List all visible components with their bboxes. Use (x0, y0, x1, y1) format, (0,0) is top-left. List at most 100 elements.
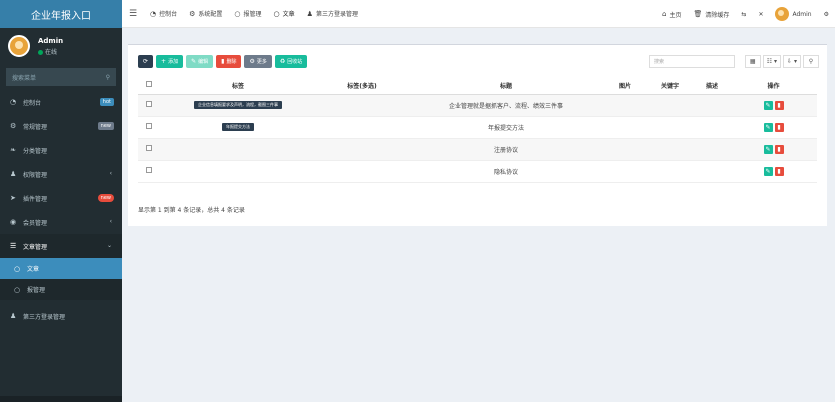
delete-row-button[interactable]: ▮ (774, 166, 784, 176)
search-icon: ⚲ (105, 73, 110, 81)
home-link[interactable]: ⌂ 主页 (656, 10, 687, 19)
delete-row-button[interactable]: ▮ (774, 144, 784, 154)
chevron-left-icon: ‹ (109, 218, 112, 225)
row-checkbox[interactable] (146, 145, 152, 151)
add-button[interactable]: + 添加 (156, 55, 184, 68)
circle-icon: ○ (14, 264, 21, 273)
edit-row-button[interactable]: ✎ (763, 166, 773, 176)
sidebar-item-auth[interactable]: ♟ 权限管理 ‹ (0, 162, 122, 186)
language-icon[interactable]: ⇆ (735, 11, 752, 18)
sidebar-footer (0, 396, 122, 402)
user-name: Admin (38, 36, 64, 45)
table-toolbar: ⟳ + 添加 ✎ 编辑 ▮ 删除 ⚙ 更多 ♻ 回收站 (138, 55, 308, 68)
sidebar-item-article[interactable]: ○ 文章 (0, 258, 122, 279)
column-header: 操作 (730, 77, 817, 95)
toggle-view-icon[interactable]: ▦ (744, 55, 761, 68)
user-menu[interactable]: Admin (769, 7, 817, 21)
tab-config[interactable]: ⚙ 系统配置 (183, 0, 228, 28)
fullscreen-icon[interactable]: ✕ (752, 11, 769, 18)
edit-row-button[interactable]: ✎ (763, 100, 773, 110)
data-table: 标签 标签(多选) 标题 图片 关键字 描述 操作 企业信息填报要求及声明，流程… (138, 77, 817, 183)
clear-cache-button[interactable]: 🗑︎ 清除缓存 (688, 10, 736, 19)
sidebar-search-input[interactable]: 搜索菜单 ⚲ (6, 68, 116, 86)
logo[interactable]: 企业年报入口 (0, 0, 122, 28)
tag-label: 年报提交方法 (222, 123, 254, 131)
menu-toggle-icon[interactable]: ☰ (122, 9, 144, 19)
table-row[interactable]: 年报提交方法 年报提交方法 ✎ ▮ (138, 116, 817, 139)
row-checkbox[interactable] (146, 123, 152, 129)
row-checkbox[interactable] (146, 101, 152, 107)
row-title: 隐私协议 (408, 160, 604, 183)
chevron-down-icon: ⌄ (106, 242, 112, 249)
sidebar-item-general[interactable]: ⚙ 常规管理 new (0, 114, 122, 138)
refresh-icon: ⟳ (143, 58, 149, 65)
sidebar-item-third-login[interactable]: ♟ 第三方登录管理 (0, 304, 122, 328)
rocket-icon: ➤ (10, 194, 16, 202)
sidebar-item-category[interactable]: ❧ 分类管理 (0, 138, 122, 162)
tab-dashboard[interactable]: ◔ 控制台 (144, 0, 183, 28)
refresh-button[interactable]: ⟳ (138, 55, 154, 68)
tag-label: 企业信息填报要求及声明，流程，截图三件事 (194, 101, 282, 109)
column-header[interactable]: 描述 (694, 77, 730, 95)
home-icon: ⌂ (662, 10, 667, 18)
tab-report[interactable]: ○ 报管理 (228, 0, 267, 28)
table-row[interactable]: 注册协议 ✎ ▮ (138, 138, 817, 161)
plus-icon: + (161, 58, 167, 65)
chevron-left-icon: ‹ (109, 170, 112, 177)
row-title: 企业管理就是据抓客户、流程、绩效三件事 (408, 94, 604, 117)
cogs-icon: ⚙ (10, 122, 17, 130)
avatar (8, 35, 30, 57)
delete-row-button[interactable]: ▮ (774, 122, 784, 132)
cog-icon: ⚙ (249, 58, 255, 65)
sidebar-item-article-manage[interactable]: ☰ 文章管理 ⌄ (0, 234, 122, 258)
search-icon[interactable]: ⚲ (803, 55, 819, 68)
table-search-input[interactable]: 搜索 (649, 55, 735, 68)
online-dot-icon (38, 49, 43, 55)
edit-row-button[interactable]: ✎ (763, 144, 773, 154)
leaf-icon: ❧ (10, 146, 16, 154)
row-title: 注册协议 (408, 138, 604, 161)
column-header[interactable]: 标题 (408, 77, 604, 95)
more-button[interactable]: ⚙ 更多 (244, 55, 272, 68)
dashboard-icon: ◔ (10, 98, 17, 106)
column-header[interactable]: 图片 (604, 77, 646, 95)
delete-button[interactable]: ▮ 删除 (216, 55, 242, 68)
new-badge: new (97, 122, 114, 130)
new-badge: new (97, 194, 114, 202)
edit-row-button[interactable]: ✎ (763, 122, 773, 132)
delete-row-button[interactable]: ▮ (774, 100, 784, 110)
recycle-bin-button[interactable]: ♻ 回收站 (274, 55, 308, 68)
settings-icon[interactable]: ⚙ (818, 11, 835, 18)
top-navbar: ☰ ◔ 控制台 ⚙ 系统配置 ○ 报管理 ○ 文章 ♟ 第三方登录管理 ⌂ 主页 🗑︎ 清除缓… (122, 0, 835, 28)
pencil-icon: ✎ (191, 58, 197, 65)
columns-dropdown-icon[interactable]: ☷ ▾ (762, 55, 782, 68)
column-header[interactable]: 标签 (160, 77, 316, 95)
table-row[interactable]: 隐私协议 ✎ ▮ (138, 160, 817, 183)
export-dropdown-icon[interactable]: ⇩ ▾ (783, 55, 801, 68)
sidebar-item-dashboard[interactable]: ◔ 控制台 hot (0, 90, 122, 114)
circle-icon: ○ (234, 9, 241, 18)
group-icon: ♟ (10, 170, 17, 178)
edit-button[interactable]: ✎ 编辑 (186, 55, 214, 68)
dashboard-icon: ◔ (150, 9, 157, 18)
list-icon: ☰ (10, 242, 17, 250)
sidebar-item-member[interactable]: ◉ 会员管理 ‹ (0, 210, 122, 234)
content-panel: ⟳ + 添加 ✎ 编辑 ▮ 删除 ⚙ 更多 ♻ 回收站 搜索 ▦ ☷ ▾ ⇩ ▾ ⚲ 标签… (128, 44, 827, 226)
row-checkbox[interactable] (146, 167, 152, 173)
group-icon: ♟ (306, 9, 313, 18)
sidebar-item-report[interactable]: ○ 报管理 (0, 279, 122, 300)
tab-article[interactable]: ○ 文章 (268, 0, 301, 28)
circle-icon: ○ (14, 285, 21, 294)
row-title: 年报提交方法 (408, 116, 604, 139)
sidebar-item-addon[interactable]: ➤ 插件管理 new (0, 186, 122, 210)
group-icon: ♟ (10, 312, 17, 320)
circle-icon: ○ (273, 9, 280, 18)
select-all-checkbox[interactable] (146, 81, 152, 88)
user-panel: Admin 在线 (0, 28, 122, 64)
tab-third-login[interactable]: ♟ 第三方登录管理 (301, 0, 364, 28)
table-row[interactable]: 企业信息填报要求及声明，流程，截图三件事 企业管理就是据抓客户、流程、绩效三件事… (138, 94, 817, 117)
recycle-icon: ♻ (279, 58, 286, 65)
column-header[interactable]: 关键字 (646, 77, 694, 95)
column-header[interactable]: 标签(多选) (316, 77, 408, 95)
user-circle-icon: ◉ (10, 218, 17, 226)
